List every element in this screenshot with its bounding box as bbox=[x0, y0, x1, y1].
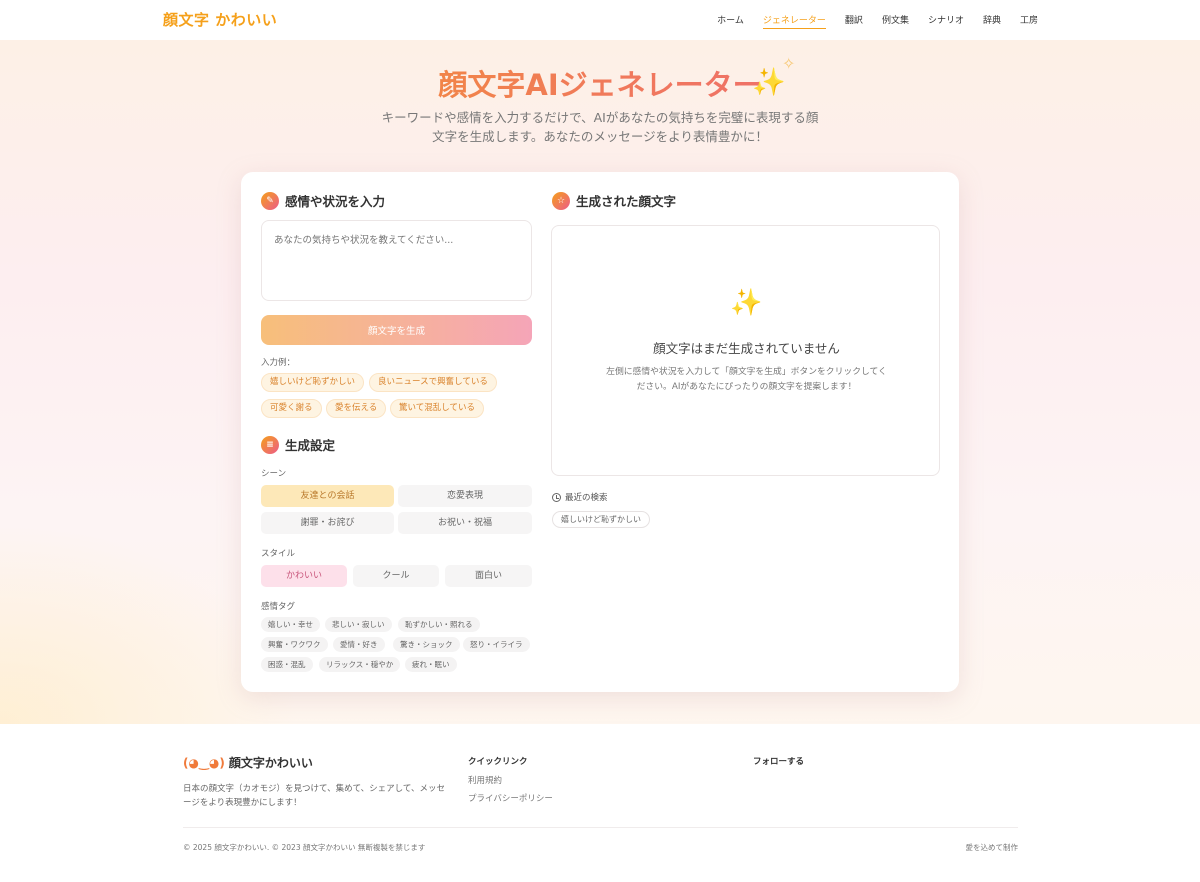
result-panel: ✨ 顔文字はまだ生成されていません 左側に感情や状況を入力して「顔文字を生成」ボ… bbox=[551, 225, 940, 476]
style-option-cool[interactable]: クール bbox=[353, 565, 439, 587]
emotion-tag[interactable]: 興奮・ワクワク bbox=[261, 637, 328, 652]
nav-home[interactable]: ホーム bbox=[717, 13, 744, 29]
nav-dictionary[interactable]: 辞典 bbox=[983, 13, 1001, 29]
main-nav: ホーム ジェネレーター 翻訳 例文集 シナリオ 辞典 工房 bbox=[698, 13, 1038, 29]
emotion-tag[interactable]: リラックス・穏やか bbox=[319, 657, 401, 672]
emotion-tag[interactable]: 悲しい・寂しい bbox=[325, 617, 392, 632]
emotion-tag[interactable]: 疲れ・眠い bbox=[405, 657, 457, 672]
quick-links-title: クイックリンク bbox=[468, 757, 528, 767]
site-logo[interactable]: 顔文字 かわいい bbox=[163, 9, 277, 30]
tags-label: 感情タグ bbox=[261, 602, 296, 612]
nav-workshop[interactable]: 工房 bbox=[1020, 13, 1038, 29]
settings-heading: ≡ 生成設定 bbox=[261, 435, 335, 454]
emotion-tag[interactable]: 困惑・混乱 bbox=[261, 657, 313, 672]
empty-state-description: 左側に感情や状況を入力して「顔文字を生成」ボタンをクリックしてください。AIがあ… bbox=[606, 367, 887, 392]
page-title: 顔文字AIジェネレーター bbox=[0, 62, 1200, 104]
sparkle-icon: ✨ bbox=[752, 67, 786, 98]
emotion-tag[interactable]: 驚き・ショック bbox=[393, 637, 460, 652]
recent-search-chip[interactable]: 嬉しいけど恥ずかしい bbox=[552, 511, 650, 528]
recent-searches-heading: 最近の検索 bbox=[552, 491, 608, 503]
emotion-tag[interactable]: 恥ずかしい・照れる bbox=[398, 617, 480, 632]
footer-brand: (◕‿◕) 顔文字かわいい bbox=[183, 754, 313, 771]
example-chip[interactable]: 可愛く謝る bbox=[261, 399, 322, 418]
generate-button[interactable]: 顔文字を生成 bbox=[261, 315, 532, 345]
scene-option-love[interactable]: 恋愛表現 bbox=[398, 485, 532, 507]
scene-option-apology[interactable]: 謝罪・お詫び bbox=[261, 512, 394, 534]
input-section-heading: ✎ 感情や状況を入力 bbox=[261, 191, 385, 210]
result-heading-text: 生成された顔文字 bbox=[576, 194, 677, 209]
example-chip[interactable]: 良いニュースで興奮している bbox=[369, 373, 497, 392]
terms-link[interactable]: 利用規約 bbox=[468, 774, 502, 786]
small-sparkle-icon: ✧ bbox=[782, 54, 796, 73]
star-icon: ☆ bbox=[552, 191, 570, 210]
footer-logo-face: (◕‿◕) bbox=[183, 755, 225, 770]
page-subtitle: キーワードや感情を入力するだけで、AIがあなたの気持ちを完璧に表現する顔文字を生… bbox=[381, 110, 819, 144]
site-footer: (◕‿◕) 顔文字かわいい 日本の顔文字（カオモジ）を見つけて、集めて、シェアし… bbox=[0, 724, 1200, 882]
scene-option-celebration[interactable]: お祝い・祝福 bbox=[398, 512, 532, 534]
nav-generator[interactable]: ジェネレーター bbox=[762, 13, 826, 29]
scene-option-friends[interactable]: 友達との会話 bbox=[261, 485, 394, 507]
style-label: スタイル bbox=[261, 549, 296, 559]
emotion-tag[interactable]: 怒り・イライラ bbox=[463, 637, 530, 652]
nav-examples[interactable]: 例文集 bbox=[882, 13, 909, 29]
scene-label: シーン bbox=[261, 469, 287, 479]
settings-list-icon: ≡ bbox=[261, 435, 279, 454]
privacy-link[interactable]: プライバシーポリシー bbox=[468, 792, 553, 804]
settings-heading-text: 生成設定 bbox=[285, 438, 336, 453]
emotion-tag[interactable]: 嬉しい・幸せ bbox=[261, 617, 320, 632]
top-header: 顔文字 かわいい ホーム ジェネレーター 翻訳 例文集 シナリオ 辞典 工房 bbox=[0, 0, 1200, 40]
style-option-funny[interactable]: 面白い bbox=[445, 565, 532, 587]
recent-label: 最近の検索 bbox=[565, 493, 608, 503]
footer-divider bbox=[183, 827, 1018, 828]
emotion-tag[interactable]: 愛情・好き bbox=[333, 637, 385, 652]
made-with-love: 愛を込めて制作 bbox=[965, 843, 1019, 852]
result-heading: ☆ 生成された顔文字 bbox=[552, 191, 676, 210]
emotion-input[interactable] bbox=[261, 220, 532, 301]
examples-label: 入力例： bbox=[261, 358, 296, 368]
copyright: © 2025 顔文字かわいい. © 2023 顔文字かわいい 無断複製を禁じます bbox=[183, 843, 426, 852]
footer-description: 日本の顔文字（カオモジ）を見つけて、集めて、シェアして、メッセージをより表現豊か… bbox=[183, 784, 445, 808]
magic-wand-icon: ✎ bbox=[261, 191, 279, 210]
nav-translate[interactable]: 翻訳 bbox=[845, 13, 863, 29]
sparkle-icon: ✨ bbox=[730, 288, 763, 318]
generator-card: ✎ 感情や状況を入力 顔文字を生成 入力例： 嬉しいけど恥ずかしい 良いニュース… bbox=[241, 172, 959, 692]
style-option-cute[interactable]: かわいい bbox=[261, 565, 347, 587]
example-chip[interactable]: 嬉しいけど恥ずかしい bbox=[261, 373, 365, 392]
example-chip[interactable]: 愛を伝える bbox=[326, 399, 387, 418]
footer-brand-name: 顔文字かわいい bbox=[228, 756, 313, 770]
input-heading-text: 感情や状況を入力 bbox=[285, 194, 386, 209]
example-chip[interactable]: 驚いて混乱している bbox=[390, 399, 484, 418]
empty-state-title: 顔文字はまだ生成されていません bbox=[653, 341, 840, 356]
clock-icon bbox=[552, 492, 561, 502]
nav-scenario[interactable]: シナリオ bbox=[928, 13, 964, 29]
follow-title: フォローする bbox=[753, 757, 805, 767]
